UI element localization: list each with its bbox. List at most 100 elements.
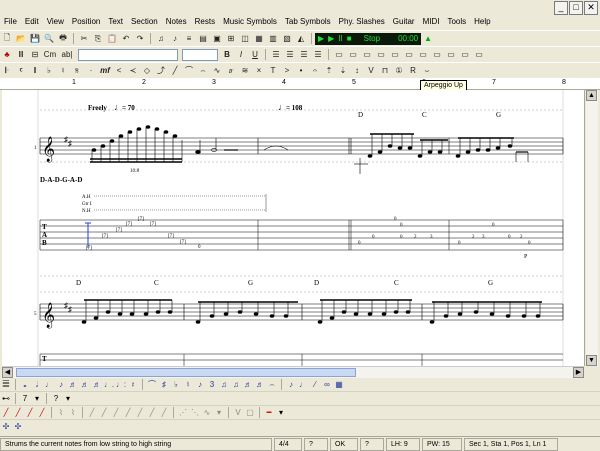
layout4-icon[interactable]: ▭ — [375, 49, 387, 61]
menu-help[interactable]: Help — [470, 15, 494, 29]
grid-icon[interactable]: ▦ — [334, 380, 344, 390]
table-icon[interactable]: Ⅲ — [15, 49, 27, 61]
arpeggio-up-icon[interactable]: ⇡ — [323, 65, 335, 77]
dot-icon[interactable]: · — [85, 65, 97, 77]
mute-icon[interactable]: × — [253, 65, 265, 77]
dropdown-icon[interactable]: ▾ — [276, 408, 286, 418]
menu-file[interactable]: File — [0, 15, 21, 29]
menu-notes[interactable]: Notes — [162, 15, 191, 29]
flat-icon[interactable]: ♭ — [171, 380, 181, 390]
layout2-icon[interactable]: ▭ — [347, 49, 359, 61]
slash4-icon[interactable]: ╱ — [123, 408, 133, 418]
layout7-icon[interactable]: ▭ — [417, 49, 429, 61]
slash2-icon[interactable]: ╱ — [99, 408, 109, 418]
beam-icon[interactable]: ♫ — [231, 380, 241, 390]
grace-note-icon[interactable]: ♪ — [195, 380, 205, 390]
dropdown-icon[interactable]: ▾ — [32, 394, 42, 404]
dropdown-icon[interactable]: ▾ — [63, 394, 73, 404]
score-icon[interactable]: ♫ — [155, 33, 167, 45]
paste-icon[interactable]: 📋 — [106, 33, 118, 45]
font-select[interactable] — [78, 48, 178, 61]
font-size-select[interactable] — [182, 48, 218, 61]
whammy-icon[interactable]: V — [233, 408, 243, 418]
scroll-thumb[interactable] — [16, 368, 356, 377]
slash5-icon[interactable]: ╱ — [135, 408, 145, 418]
new-icon[interactable]: 🗋 — [1, 33, 13, 45]
zoom-icon[interactable]: ⊞ — [225, 33, 237, 45]
italic-button[interactable]: I — [235, 49, 247, 61]
justify-icon[interactable]: ☰ — [312, 49, 324, 61]
tuplet-icon[interactable]: 3 — [207, 380, 217, 390]
triplet-icon[interactable]: ♫ — [219, 380, 229, 390]
tie-icon[interactable]: ⌒ — [147, 380, 157, 390]
layout9-icon[interactable]: ▭ — [445, 49, 457, 61]
pull-icon[interactable]: ⌢ — [197, 65, 209, 77]
menu-text[interactable]: Text — [104, 15, 127, 29]
tap-icon[interactable]: T — [267, 65, 279, 77]
menu-midi[interactable]: MIDI — [419, 15, 444, 29]
menu-tools[interactable]: Tools — [443, 15, 470, 29]
menu-music-symbols[interactable]: Music Symbols — [219, 15, 281, 29]
pick-down-icon[interactable]: ⊓ — [379, 65, 391, 77]
slur-icon[interactable]: ⌢ — [267, 380, 277, 390]
menu-phy-slashes[interactable]: Phy. Slashes — [335, 15, 389, 29]
hammer-icon[interactable]: ⌒ — [183, 65, 195, 77]
key-sig-icon[interactable]: ♭ — [43, 65, 55, 77]
page-icon[interactable]: ▤ — [197, 33, 209, 45]
vertical-scrollbar[interactable]: ▲ ▼ — [586, 90, 598, 366]
scroll-down-icon[interactable]: ▼ — [586, 355, 597, 366]
tab-icon[interactable]: ≡ — [183, 33, 195, 45]
print-icon[interactable]: 🖶 — [57, 33, 69, 45]
image-icon[interactable]: ▣ — [211, 33, 223, 45]
bend-up-icon[interactable]: ⌇ — [56, 408, 66, 418]
align-right-icon[interactable]: ☰ — [298, 49, 310, 61]
record-icon[interactable]: ▲ — [422, 33, 434, 45]
layout10-icon[interactable]: ▭ — [459, 49, 471, 61]
double-dot-icon[interactable]: ♩: — [116, 380, 126, 390]
slash3-icon[interactable]: ╱ — [111, 408, 121, 418]
fingering-icon[interactable]: ① — [393, 65, 405, 77]
pull-off-icon[interactable]: ╱ — [13, 408, 23, 418]
horizontal-scrollbar[interactable]: ◀ ▶ — [2, 366, 584, 378]
color-line-icon[interactable]: ━ — [264, 408, 274, 418]
accent-icon[interactable]: > — [281, 65, 293, 77]
strum-icon[interactable]: ↕ — [351, 65, 363, 77]
fretboard-icon[interactable]: ▦ — [253, 33, 265, 45]
rhythm-slash-icon[interactable]: ⁄ — [310, 380, 320, 390]
dropdown-icon[interactable]: ▾ — [214, 408, 224, 418]
harmonic-icon[interactable]: ◇ — [141, 65, 153, 77]
scroll-up-icon[interactable]: ▲ — [586, 90, 597, 101]
trill-icon[interactable]: 𝆖 — [225, 65, 237, 77]
bold-button[interactable]: B — [221, 49, 233, 61]
layout11-icon[interactable]: ▭ — [473, 49, 485, 61]
chord-diagram-icon[interactable]: ♪ — [286, 380, 296, 390]
layout8-icon[interactable]: ▭ — [431, 49, 443, 61]
score-document[interactable]: Freely ♩ = 70 ♩ = 108 D C G 1 𝄞 ♯ ♯ 10:8… — [2, 90, 585, 366]
redo-icon[interactable]: ↷ — [134, 33, 146, 45]
dynamic-icon[interactable]: mf — [99, 65, 111, 77]
arpeggio-down-icon[interactable]: ⇣ — [337, 65, 349, 77]
rake-icon[interactable]: ⋰ — [178, 408, 188, 418]
rasgueado-icon[interactable]: R — [407, 65, 419, 77]
layout1-icon[interactable]: ▭ — [333, 49, 345, 61]
segno-icon[interactable]: 𝄋 — [71, 65, 83, 77]
beam2-icon[interactable]: ♬ — [243, 380, 253, 390]
scroll-right-icon[interactable]: ▶ — [573, 367, 584, 378]
rake2-icon[interactable]: ⋱ — [190, 408, 200, 418]
vibrato-icon[interactable]: ∿ — [211, 65, 223, 77]
align-left-icon[interactable]: ☰ — [270, 49, 282, 61]
natural-icon[interactable]: ♮ — [57, 65, 69, 77]
underline-button[interactable]: U — [249, 49, 261, 61]
open-icon[interactable]: 📂 — [15, 33, 27, 45]
half-note-icon[interactable]: 𝅗𝅥 — [32, 380, 42, 390]
mixer-knob-icon[interactable]: ✣ — [1, 422, 11, 432]
pick-up-icon[interactable]: V — [365, 65, 377, 77]
eighth-note-icon[interactable]: ♪ — [56, 380, 66, 390]
quarter-note-icon[interactable]: ♩ — [44, 380, 54, 390]
voice2-icon[interactable]: ? — [51, 394, 61, 404]
whole-note-icon[interactable]: 𝅝 — [20, 380, 30, 390]
align-center-icon[interactable]: ☰ — [284, 49, 296, 61]
tremolo-icon[interactable]: ≋ — [239, 65, 251, 77]
layout3-icon[interactable]: ▭ — [361, 49, 373, 61]
metronome-icon[interactable]: ◭ — [295, 33, 307, 45]
